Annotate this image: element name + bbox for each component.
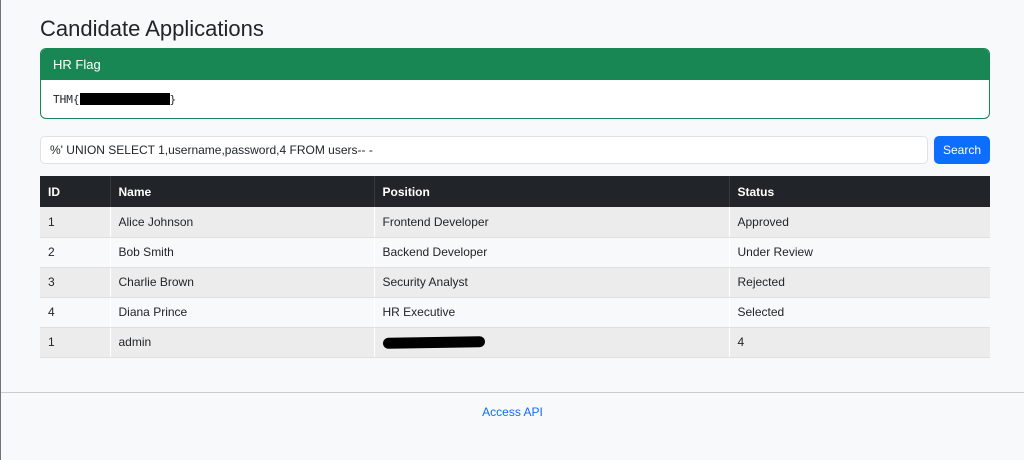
redaction-box [79, 93, 170, 105]
cell-id: 4 [40, 297, 111, 328]
cell-id: 1 [40, 207, 111, 238]
flag-value: THM{} [53, 93, 176, 106]
search-form: Search [40, 136, 990, 164]
cell-id: 1 [40, 327, 111, 358]
table-row: 3 Charlie Brown Security Analyst Rejecte… [40, 267, 990, 298]
cell-position [374, 327, 730, 358]
applications-table: ID Name Position Status 1 Alice Johnson … [40, 176, 990, 358]
flag-card-body: THM{} [41, 80, 989, 118]
cell-position: Frontend Developer [374, 207, 730, 238]
page-title: Candidate Applications [40, 16, 264, 41]
column-header-status: Status [737, 184, 775, 199]
cell-name: Alice Johnson [110, 207, 375, 238]
cell-status: Selected [729, 297, 990, 328]
flag-card: HR Flag THM{} [40, 48, 990, 119]
cell-name: Diana Prince [110, 297, 375, 328]
flag-prefix: THM{ [53, 92, 80, 106]
flag-suffix: } [169, 92, 177, 106]
table-row: 1 Alice Johnson Frontend Developer Appro… [40, 207, 990, 238]
table-row: 4 Diana Prince HR Executive Selected [40, 297, 990, 328]
search-input[interactable] [40, 136, 928, 164]
page: Candidate Applications HR Flag THM{} Sea… [0, 0, 1024, 460]
column-header-position: Position [374, 176, 730, 207]
cell-id: 2 [40, 237, 111, 268]
cell-name: admin [110, 327, 375, 358]
column-header-name: Name [110, 176, 375, 207]
cell-position: HR Executive [374, 297, 730, 328]
column-header-id: ID [40, 176, 111, 207]
cell-status: Rejected [729, 267, 990, 298]
cell-position: Backend Developer [374, 237, 730, 268]
cell-status: Approved [729, 207, 990, 238]
footer-divider [1, 392, 1024, 393]
cell-position: Security Analyst [374, 267, 730, 298]
table-header-row: ID Name Position Status [40, 176, 990, 207]
cell-id: 3 [40, 267, 111, 298]
footer: Access API [1, 405, 1024, 419]
search-button[interactable]: Search [934, 136, 990, 164]
access-api-link[interactable]: Access API [482, 405, 543, 419]
cell-name: Bob Smith [110, 237, 375, 268]
table-row: 2 Bob Smith Backend Developer Under Revi… [40, 237, 990, 268]
cell-status: 4 [729, 327, 990, 358]
table-row: 1 admin 4 [40, 327, 990, 358]
cell-status: Under Review [729, 237, 990, 268]
redaction-scribble [382, 336, 485, 350]
flag-card-header: HR Flag [41, 49, 989, 80]
cell-name: Charlie Brown [110, 267, 375, 298]
